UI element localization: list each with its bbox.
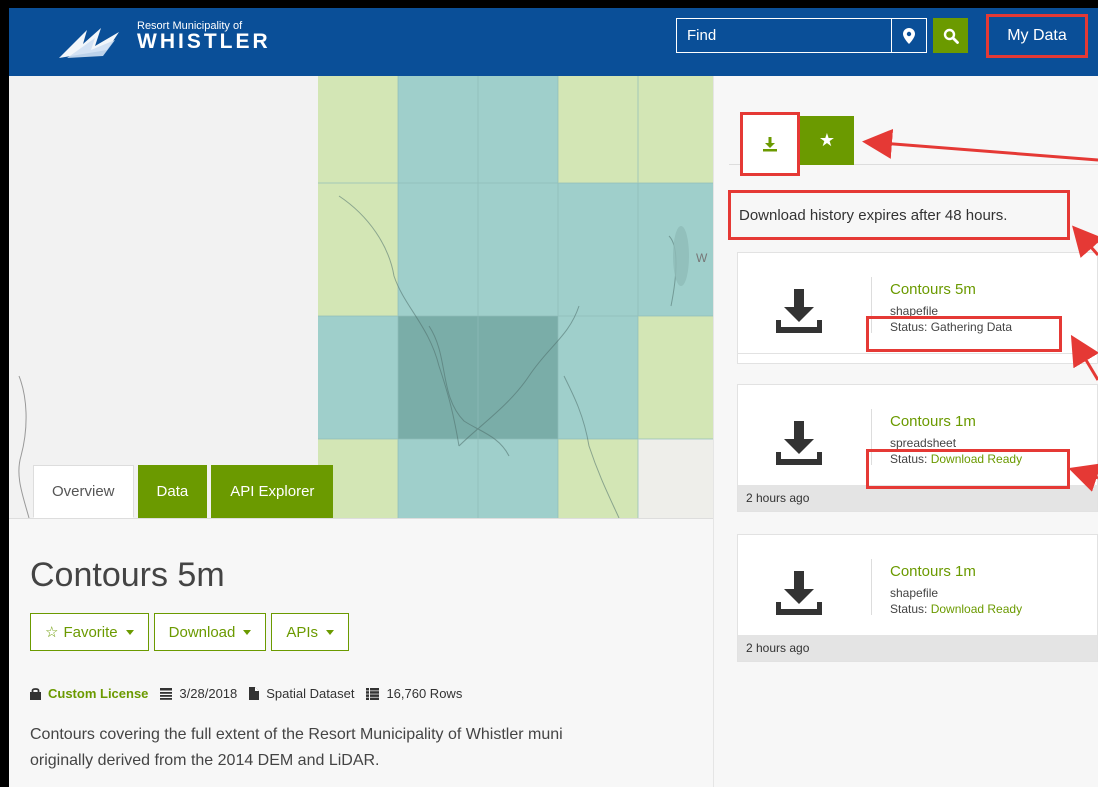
download-age: 2 hours ago [738,635,1097,661]
dataset-type: Spatial Dataset [266,686,355,701]
downloads-tab[interactable] [740,112,800,176]
map-pin-icon [903,27,915,44]
download-name[interactable]: Contours 1m [890,413,976,430]
caret-down-icon [326,629,335,635]
search-button[interactable] [933,18,968,53]
download-dropdown-button[interactable]: Download [153,613,267,651]
caret-down-icon [243,629,252,635]
caret-down-icon [125,629,134,635]
download-format: spreadsheet [890,436,957,450]
dataset-date: 3/28/2018 [179,686,238,701]
dataset-title: Contours 5m [30,556,225,594]
download-history-note: Download history expires after 48 hours. [728,190,1070,240]
status-prefix: Status: [890,602,931,616]
search-icon [943,28,959,44]
download-format: shapefile [890,586,939,600]
download-status: Status: Download Ready [890,602,1022,616]
calendar-icon [160,687,173,700]
tab-overview[interactable]: Overview [33,465,134,518]
lock-icon [30,688,41,700]
download-card[interactable]: Contours 1m spreadsheet Status: Download… [737,384,1098,512]
dataset-row-count: 16,760 Rows [386,686,463,701]
favorite-label: Favorite [63,623,118,641]
my-data-button[interactable]: My Data [986,14,1088,58]
mountain-logo-icon [59,28,119,58]
table-icon [366,687,380,700]
star-outline-icon: ☆ [45,624,59,641]
download-name[interactable]: Contours 1m [890,563,976,580]
progress-bar [738,353,1097,363]
apis-dropdown-button[interactable]: APIs [271,613,350,651]
license-link[interactable]: Custom License [48,686,148,701]
download-icon [776,289,822,333]
status-value[interactable]: Download Ready [931,602,1022,616]
dataset-meta: Custom License 3/28/2018 Spatial Dataset… [30,686,474,701]
download-icon[interactable] [776,421,822,465]
download-card[interactable]: Contours 1m shapefile Status: Download R… [737,534,1098,662]
map-place-label: W [696,251,708,265]
download-icon[interactable] [776,571,822,615]
card-divider [871,559,872,615]
description-line: originally derived from the 2014 DEM and… [30,752,380,769]
download-icon [763,137,777,152]
dataset-description: Contours covering the full extent of the… [30,722,710,774]
find-input[interactable]: Find [676,18,892,53]
favorites-tab[interactable]: ★ [800,116,854,165]
logo-title: WHISTLER [137,30,271,53]
map-tiles [18,76,713,518]
tab-data[interactable]: Data [137,465,208,518]
tab-api-explorer[interactable]: API Explorer [211,465,334,518]
description-line: Contours covering the full extent of the… [30,726,563,743]
dataset-actions: ☆ Favorite Download APIs [30,613,350,651]
location-button[interactable] [892,18,927,53]
favorite-button[interactable]: ☆ Favorite [30,613,149,651]
file-icon [249,687,260,700]
dataset-tabs: Overview Data API Explorer [33,465,334,518]
download-name[interactable]: Contours 5m [890,281,976,298]
download-label: Download [168,623,236,641]
annotation-box [866,449,1070,489]
dataset-map[interactable]: W [9,76,713,518]
annotation-box [866,316,1062,352]
star-icon: ★ [818,130,836,150]
apis-label: APIs [286,623,319,641]
whistler-logo[interactable]: Resort Municipality of WHISTLER [57,18,268,66]
